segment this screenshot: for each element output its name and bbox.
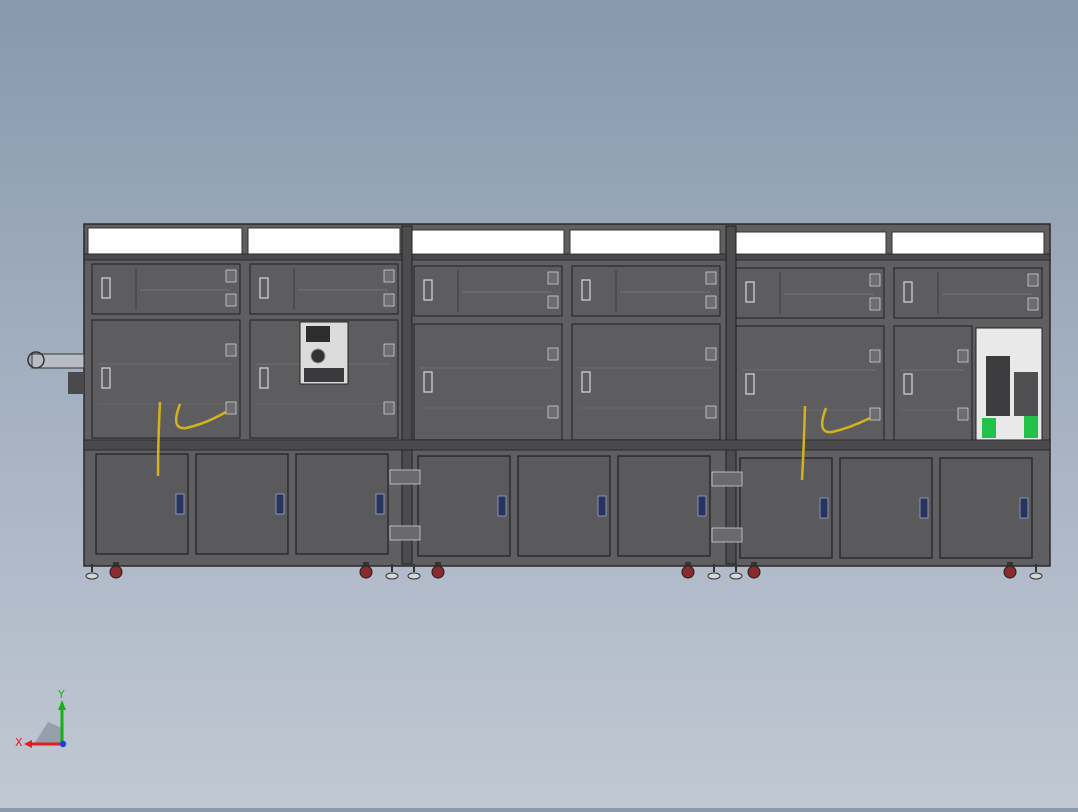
bay-machinery <box>1014 372 1038 416</box>
cabinet-door-1 <box>95 453 189 555</box>
door-handle <box>375 493 385 515</box>
caster-wheel <box>1003 565 1017 579</box>
hinge <box>225 293 237 307</box>
hinge <box>547 347 559 361</box>
hinge <box>869 407 881 421</box>
top-cover-1 <box>87 227 243 255</box>
connector-plate <box>389 525 421 541</box>
machine-assembly-drawing <box>27 223 1051 580</box>
hinge <box>547 295 559 309</box>
y-arrowhead <box>58 700 66 710</box>
hinge <box>225 401 237 415</box>
coordinate-triad: Y X <box>14 686 78 750</box>
main-panel-1 <box>91 319 241 439</box>
cabinet-door-5 <box>517 455 611 557</box>
infeed-conveyor <box>31 353 85 369</box>
upper-panel-5 <box>735 267 885 319</box>
hinge <box>1027 297 1039 311</box>
hinge <box>383 269 395 283</box>
door-handle <box>175 493 185 515</box>
hinge <box>869 297 881 311</box>
bay-green-part <box>982 418 996 438</box>
hinge <box>957 407 969 421</box>
hinge <box>1027 273 1039 287</box>
top-cover-2 <box>247 227 401 255</box>
hinge <box>225 343 237 357</box>
hinge <box>383 343 395 357</box>
hinge <box>383 401 395 415</box>
x-axis-label: X <box>15 736 23 749</box>
door-handle <box>1019 497 1029 519</box>
main-panel-4 <box>571 323 721 441</box>
caster-wheel <box>681 565 695 579</box>
leveling-foot <box>407 572 421 580</box>
leveling-foot <box>85 572 99 580</box>
hinge <box>547 271 559 285</box>
door-handle <box>275 493 285 515</box>
hinge <box>705 295 717 309</box>
cad-viewport[interactable] <box>0 0 1078 808</box>
main-panel-6 <box>893 325 973 443</box>
hinge <box>869 349 881 363</box>
mechanism-wheel <box>310 348 326 364</box>
top-cover-4 <box>569 229 721 257</box>
bay-machinery <box>986 356 1010 416</box>
leveling-foot <box>729 572 743 580</box>
hinge <box>869 273 881 287</box>
infeed-bracket <box>68 372 84 394</box>
caster-wheel <box>359 565 373 579</box>
upper-panel-4 <box>571 265 721 317</box>
door-handle <box>919 497 929 519</box>
hinge <box>225 269 237 283</box>
cabinet-door-4 <box>417 455 511 557</box>
caster-wheel <box>109 565 123 579</box>
connector-plate <box>389 469 421 485</box>
upper-panel-3 <box>413 265 563 317</box>
hinge <box>547 405 559 419</box>
door-handle <box>819 497 829 519</box>
module-post-1 <box>401 225 413 565</box>
cabinet-door-2 <box>195 453 289 555</box>
hinge <box>705 405 717 419</box>
x-arrowhead <box>24 740 32 748</box>
cabinet-door-7 <box>739 457 833 559</box>
caster-wheel <box>431 565 445 579</box>
bay-green-part <box>1024 416 1038 438</box>
connector-plate <box>711 471 743 487</box>
module-post-2 <box>725 225 737 565</box>
triad-plane <box>34 722 62 744</box>
cabinet-door-9 <box>939 457 1033 559</box>
door-handle <box>497 495 507 517</box>
upper-panel-2 <box>249 263 399 315</box>
mechanism-block <box>306 326 330 342</box>
door-handle <box>697 495 707 517</box>
door-handle <box>597 495 607 517</box>
mid-rail <box>83 439 1051 451</box>
y-axis-label: Y <box>57 688 65 701</box>
mechanism-base <box>304 368 344 382</box>
cabinet-door-8 <box>839 457 933 559</box>
hinge <box>957 349 969 363</box>
leveling-foot <box>707 572 721 580</box>
cabinet-door-3 <box>295 453 389 555</box>
main-panel-3 <box>413 323 563 441</box>
main-panel-5 <box>735 325 885 443</box>
leveling-foot <box>1029 572 1043 580</box>
top-cover-3 <box>411 229 565 257</box>
leveling-foot <box>385 572 399 580</box>
upper-panel-6 <box>893 267 1043 319</box>
hinge <box>705 271 717 285</box>
z-axis-dot <box>59 740 67 748</box>
connector-plate <box>711 527 743 543</box>
hinge <box>705 347 717 361</box>
cabinet-door-6 <box>617 455 711 557</box>
upper-panel-1 <box>91 263 241 315</box>
hinge <box>383 293 395 307</box>
caster-wheel <box>747 565 761 579</box>
top-rail <box>83 253 1051 261</box>
